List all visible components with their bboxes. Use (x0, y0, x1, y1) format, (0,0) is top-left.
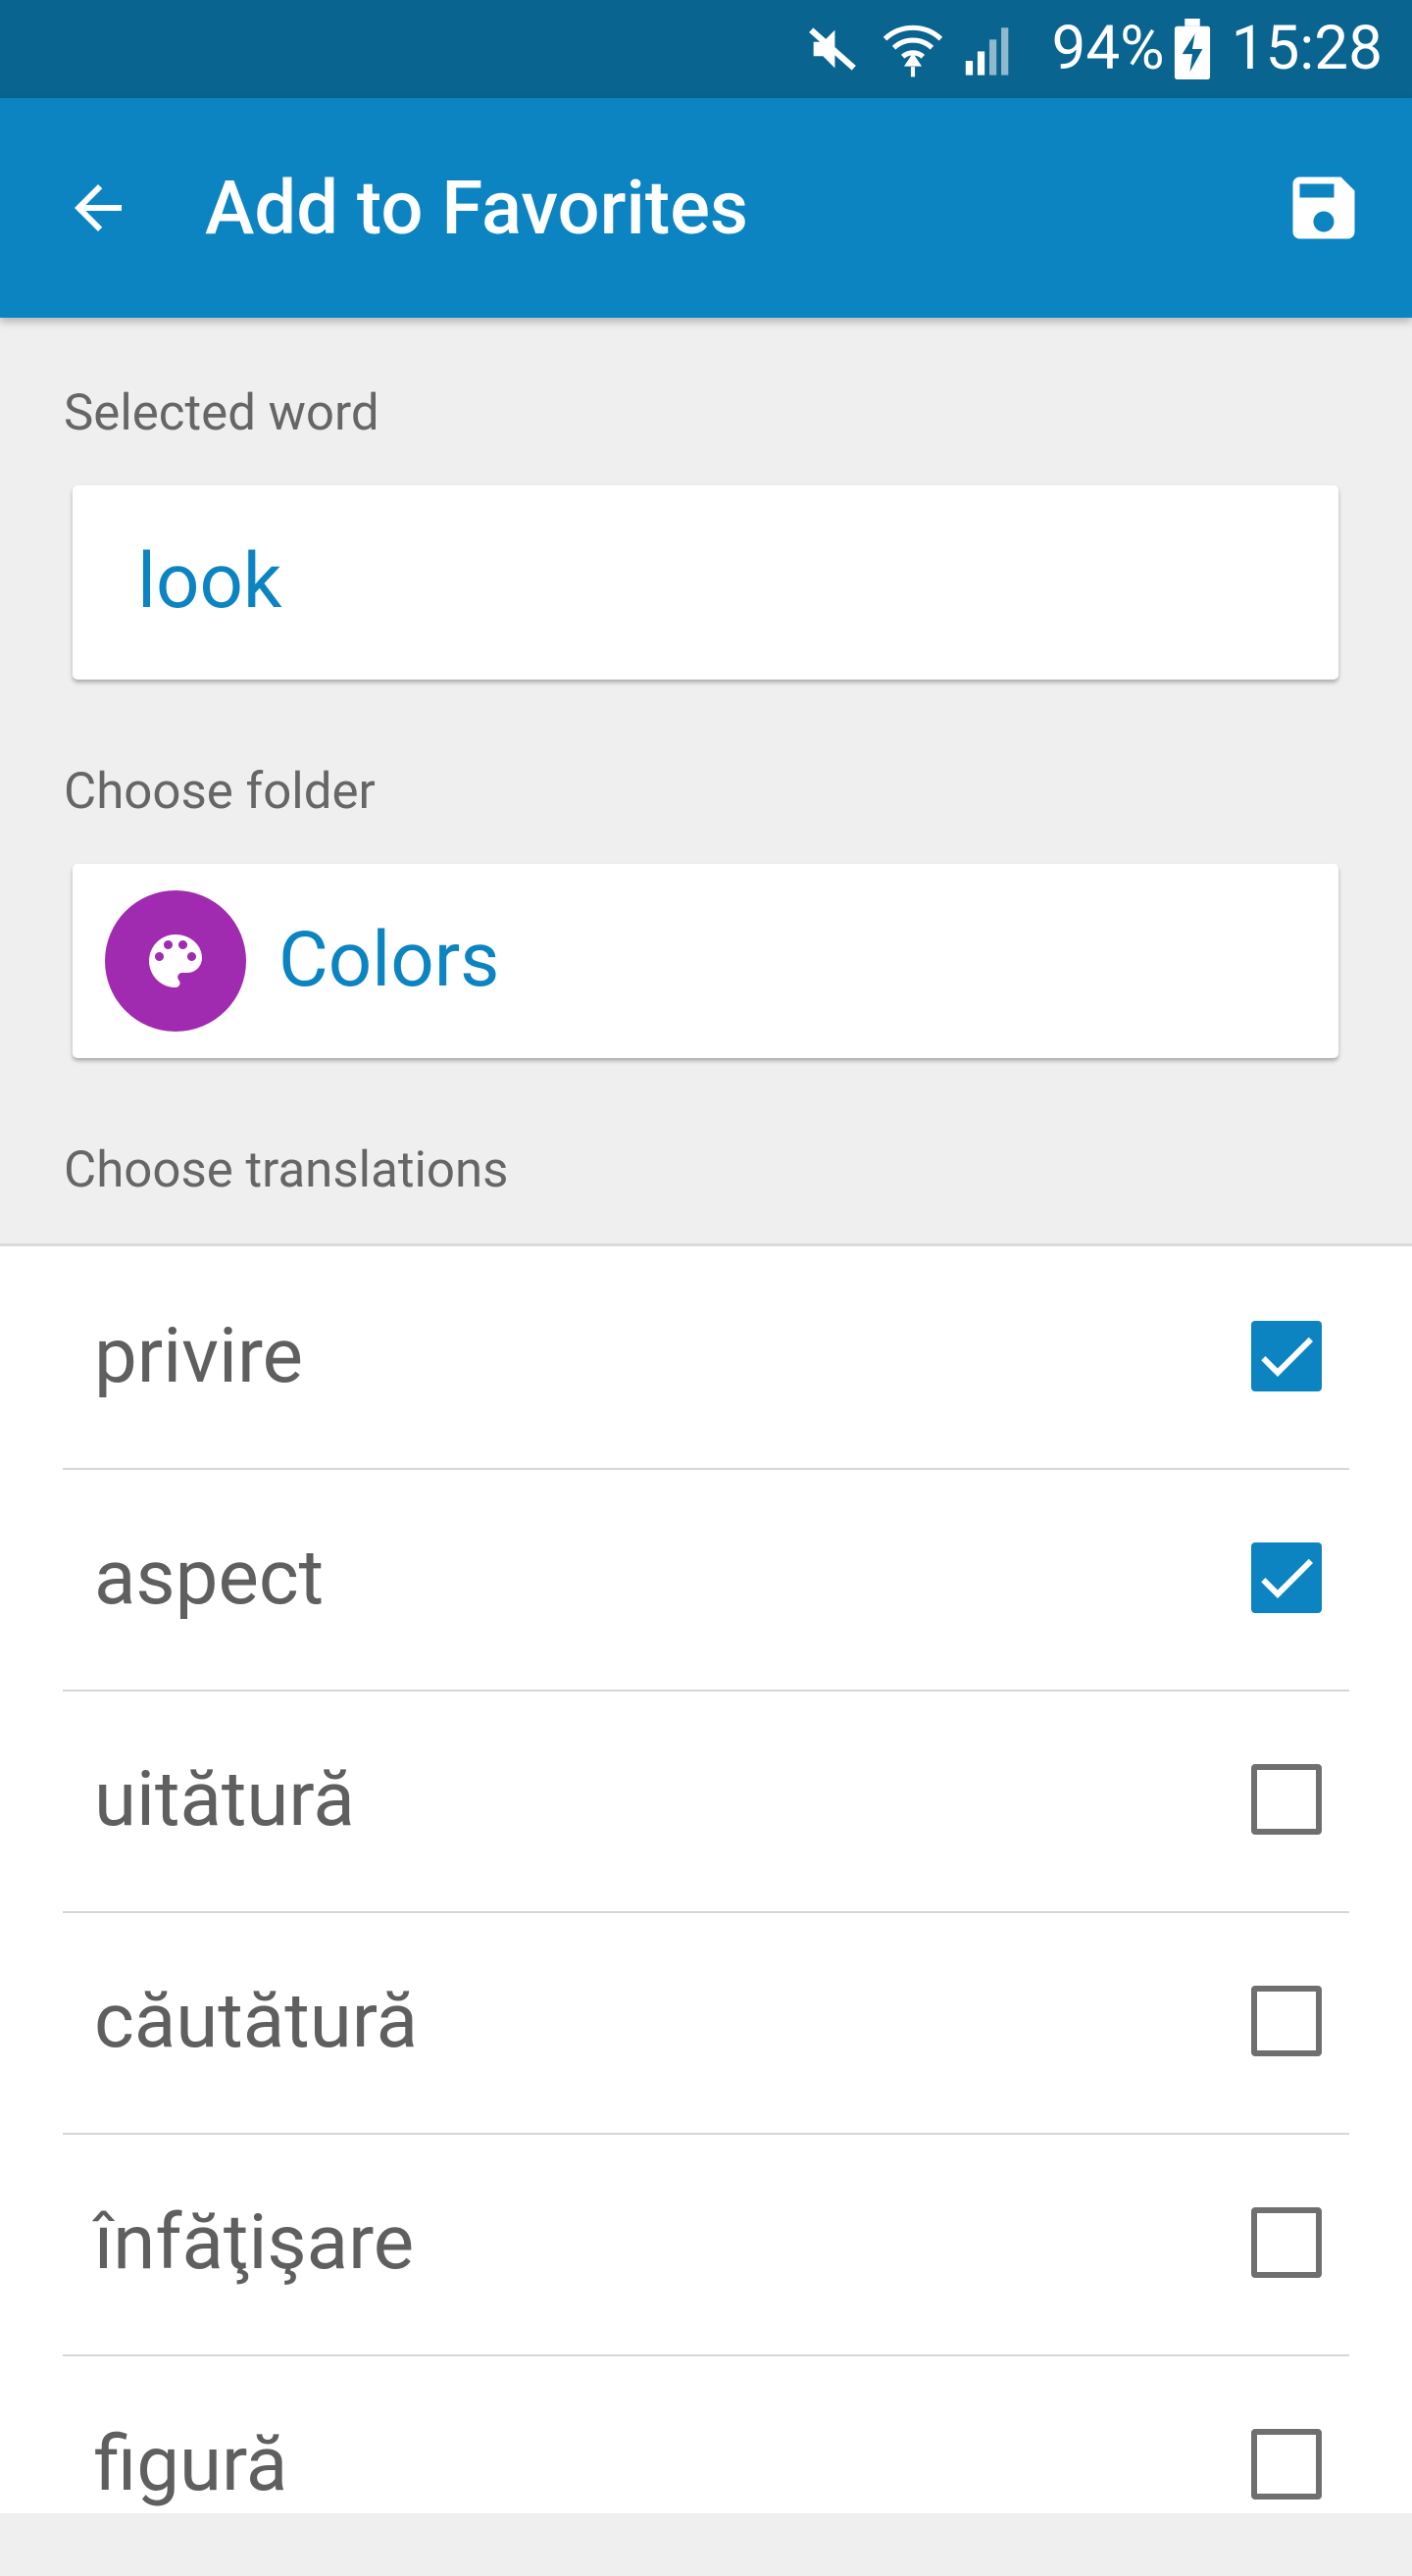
status-icons: 94% 15:28 (804, 0, 1383, 98)
arrow-back-icon (75, 184, 122, 231)
translation-label: căutătură (94, 1977, 419, 2066)
translations-list: privire aspect uitătură căutătură înfăţi… (0, 1243, 1412, 2513)
save-button[interactable] (1265, 149, 1383, 267)
translation-item-5[interactable]: figură (63, 2354, 1349, 2576)
clock: 15:28 (1231, 13, 1383, 84)
translation-label: figură (94, 2420, 288, 2509)
folder-selector[interactable]: Colors (73, 864, 1338, 1058)
wifi-icon (882, 19, 943, 79)
translation-label: privire (94, 1312, 304, 1401)
page-title: Add to Favorites (205, 164, 749, 252)
folder-name: Colors (278, 916, 500, 1005)
palette-icon (149, 934, 202, 987)
app-bar: Add to Favorites (0, 98, 1412, 318)
translation-checkbox[interactable] (1251, 1542, 1322, 1613)
translation-checkbox[interactable] (1251, 2429, 1322, 2500)
selected-word-field[interactable]: look (73, 485, 1338, 680)
translation-item-1[interactable]: aspect (63, 1468, 1349, 1692)
translation-checkbox[interactable] (1251, 1764, 1322, 1835)
translation-label: uitătură (94, 1755, 355, 1844)
translation-label: aspect (94, 1534, 325, 1623)
translation-label: înfăţişare (94, 2198, 415, 2288)
choose-translations-label: Choose translations (64, 1141, 509, 1199)
translation-checkbox[interactable] (1251, 1986, 1322, 2056)
mute-icon (804, 21, 861, 77)
selected-word-label: Selected word (64, 384, 379, 442)
folder-avatar (105, 890, 246, 1032)
translation-item-4[interactable]: înfăţişare (63, 2133, 1349, 2356)
status-bar: 94% 15:28 (0, 0, 1412, 98)
choose-folder-label: Choose folder (64, 763, 376, 821)
save-icon (1292, 177, 1355, 239)
battery-charging-icon (1173, 19, 1212, 79)
battery-percent: 94% (1051, 13, 1165, 84)
check-icon (1261, 1337, 1313, 1377)
translation-item-0[interactable]: privire (63, 1246, 1349, 1470)
translation-checkbox[interactable] (1251, 1321, 1322, 1391)
selected-word-value: look (137, 537, 282, 627)
translation-checkbox[interactable] (1251, 2207, 1322, 2278)
translation-item-2[interactable]: uitătură (63, 1690, 1349, 1913)
signal-icon (961, 21, 1018, 77)
translation-item-3[interactable]: căutătură (63, 1911, 1349, 2135)
back-button[interactable] (39, 149, 157, 267)
check-icon (1261, 1558, 1313, 1598)
